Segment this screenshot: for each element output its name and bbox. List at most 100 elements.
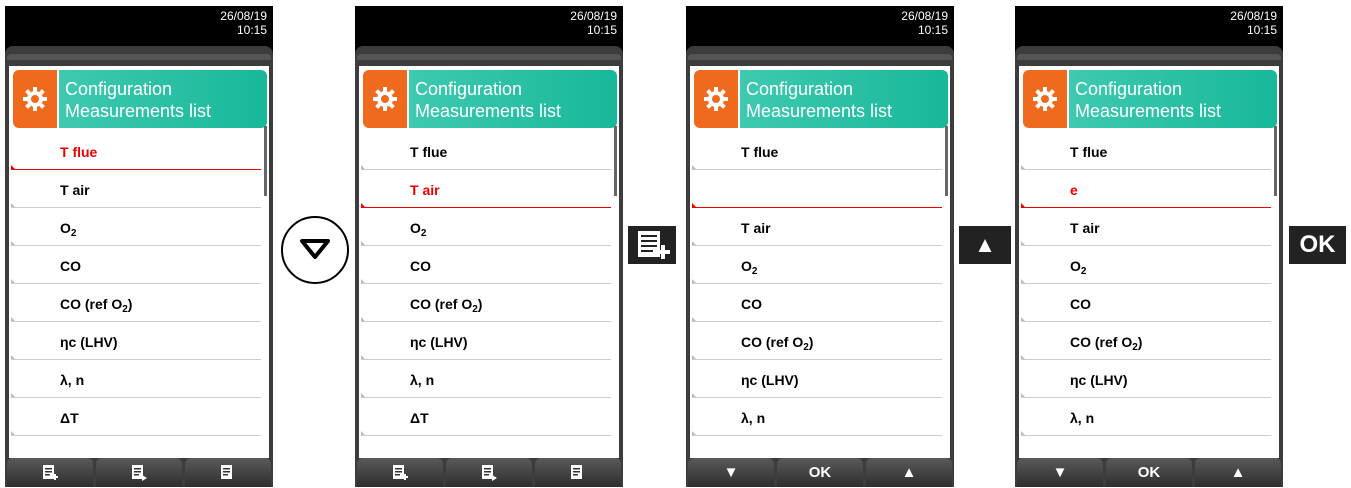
down-key-icon[interactable] — [281, 216, 349, 284]
list-item-label: λ, n — [60, 372, 85, 388]
list-item[interactable]: CO (ref O2) — [9, 284, 263, 322]
page-title: Configuration Measurements list — [409, 70, 617, 128]
divider — [361, 435, 611, 436]
status-clock: 26/08/19 10:15 — [220, 9, 267, 37]
softkey-button[interactable]: OK — [1106, 458, 1192, 487]
scrollbar[interactable] — [614, 126, 617, 196]
content-area: Configuration Measurements list T flue e T a… — [1019, 66, 1279, 458]
panel-bar — [7, 54, 271, 60]
list-item-label: T air — [1070, 220, 1100, 236]
list-item[interactable]: ΔT — [9, 398, 263, 436]
date-text: 26/08/19 — [570, 9, 617, 23]
softkey-button[interactable]: ▼ — [688, 458, 774, 487]
list-item-label: O2 — [60, 220, 77, 239]
time-text: 10:15 — [1246, 23, 1277, 37]
softkey-button[interactable]: ▼ — [1017, 458, 1103, 487]
screen-2: 26/08/19 10:15 Configuration Measurements l… — [355, 6, 623, 487]
panel-bar — [1017, 54, 1281, 60]
edit-list-button[interactable] — [96, 458, 182, 487]
time-text: 10:15 — [236, 23, 267, 37]
list-item[interactable]: ηc (LHV) — [1019, 360, 1273, 398]
list-item[interactable]: ηc (LHV) — [359, 322, 613, 360]
softkey-button[interactable]: ▲ — [1195, 458, 1281, 487]
status-clock: 26/08/19 10:15 — [901, 9, 948, 37]
content-area: Configuration Measurements list T flue T ai… — [359, 66, 619, 458]
list-item[interactable]: CO — [1019, 284, 1273, 322]
time-text: 10:15 — [586, 23, 617, 37]
list-item[interactable]: λ, n — [1019, 398, 1273, 436]
list-item-label: CO (ref O2) — [60, 296, 133, 315]
list-item[interactable]: T flue — [1019, 132, 1273, 170]
list-item-label: T flue — [410, 144, 448, 160]
list-item[interactable]: T flue — [690, 132, 944, 170]
list-item[interactable]: T air — [690, 208, 944, 246]
list-item[interactable]: CO — [9, 246, 263, 284]
title-line-2: Measurements list — [746, 101, 893, 121]
date-text: 26/08/19 — [220, 9, 267, 23]
device-panel: Configuration Measurements list T flue T ai… — [5, 46, 273, 487]
list-item[interactable]: ηc (LHV) — [690, 360, 944, 398]
list-item-label: λ, n — [410, 372, 435, 388]
softkey-bar — [5, 458, 273, 487]
title-line-2: Measurements list — [1075, 101, 1222, 121]
page-title: Configuration Measurements list — [1069, 70, 1277, 128]
list-item-label: O2 — [741, 258, 758, 277]
list-item[interactable]: T air — [9, 170, 263, 208]
list-button[interactable] — [535, 458, 621, 487]
list-item[interactable]: T flue — [359, 132, 613, 170]
list-item[interactable]: λ, n — [690, 398, 944, 436]
list-item-label: CO — [410, 258, 431, 274]
list-item[interactable]: CO (ref O2) — [690, 322, 944, 360]
list-item-label: T air — [410, 182, 440, 198]
list-item[interactable] — [690, 170, 944, 208]
header: Configuration Measurements list — [363, 70, 617, 128]
title-line-2: Measurements list — [415, 101, 562, 121]
ok-key[interactable]: OK — [1289, 226, 1346, 264]
add-list-button[interactable] — [357, 458, 443, 487]
measurement-list: T flue T air O2 CO CO (ref O2) ηc (LHV) λ, n ΔT — [359, 132, 613, 436]
softkey-button[interactable]: ▲ — [866, 458, 952, 487]
list-item-label: λ, n — [1070, 410, 1095, 426]
list-item[interactable]: T air — [359, 170, 613, 208]
up-key[interactable]: ▲ — [959, 226, 1011, 264]
add-list-key-icon[interactable] — [628, 226, 676, 264]
content-area: Configuration Measurements list T flue T ai… — [690, 66, 950, 458]
list-item[interactable]: CO (ref O2) — [1019, 322, 1273, 360]
list-item[interactable]: O2 — [359, 208, 613, 246]
list-item[interactable]: CO — [690, 284, 944, 322]
list-item-label: CO (ref O2) — [1070, 334, 1143, 353]
list-item[interactable]: O2 — [1019, 246, 1273, 284]
screen-1: 26/08/19 10:15 Configuration Measurements l… — [5, 6, 273, 487]
list-item[interactable]: ηc (LHV) — [9, 322, 263, 360]
list-item[interactable]: O2 — [690, 246, 944, 284]
list-item-label: CO — [60, 258, 81, 274]
list-item[interactable]: λ, n — [9, 360, 263, 398]
list-item-label: ηc (LHV) — [60, 334, 118, 350]
list-button[interactable] — [185, 458, 271, 487]
edit-list-button[interactable] — [446, 458, 532, 487]
list-item[interactable]: CO — [359, 246, 613, 284]
list-item[interactable]: O2 — [9, 208, 263, 246]
content-area: Configuration Measurements list T flue T ai… — [9, 66, 269, 458]
list-item-label: T air — [60, 182, 90, 198]
softkey-bar: ▼ OK ▲ — [1015, 458, 1283, 487]
status-clock: 26/08/19 10:15 — [570, 9, 617, 37]
add-list-button[interactable] — [7, 458, 93, 487]
scrollbar[interactable] — [264, 126, 267, 196]
gear-icon — [13, 70, 57, 128]
list-item-label: CO — [1070, 296, 1091, 312]
list-item-label: ΔT — [60, 410, 79, 426]
list-item[interactable]: T air — [1019, 208, 1273, 246]
scrollbar[interactable] — [945, 126, 948, 196]
list-item[interactable]: ΔT — [359, 398, 613, 436]
list-item-label: CO — [741, 296, 762, 312]
list-item[interactable]: CO (ref O2) — [359, 284, 613, 322]
list-item[interactable]: e — [1019, 170, 1273, 208]
scrollbar[interactable] — [1274, 126, 1277, 196]
softkey-bar — [355, 458, 623, 487]
divider — [692, 435, 942, 436]
list-item[interactable]: λ, n — [359, 360, 613, 398]
screen-4: 26/08/19 10:15 Configuration Measurements l… — [1015, 6, 1283, 487]
list-item[interactable]: T flue — [9, 132, 263, 170]
softkey-button[interactable]: OK — [777, 458, 863, 487]
